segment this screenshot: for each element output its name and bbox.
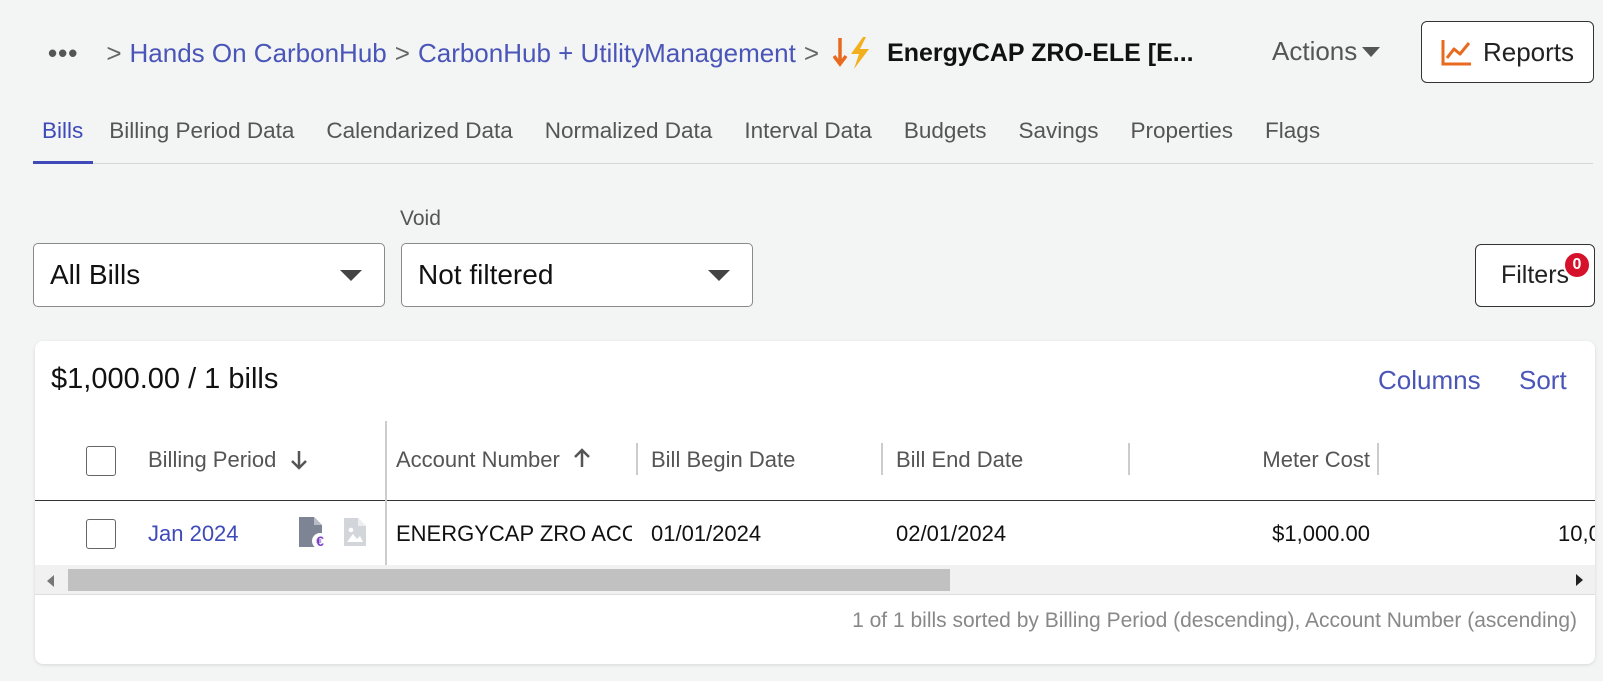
- chevron-right-icon: >: [803, 37, 820, 68]
- tab-interval-data[interactable]: Interval Data: [728, 108, 888, 164]
- table-header: Billing Period Account Number Bill Begin…: [35, 421, 1595, 501]
- scrollbar-thumb[interactable]: [68, 569, 950, 591]
- select-all-checkbox[interactable]: [86, 446, 116, 476]
- bills-summary: $1,000.00 / 1 bills: [51, 363, 279, 395]
- horizontal-scrollbar[interactable]: [35, 565, 1595, 595]
- tab-properties[interactable]: Properties: [1115, 108, 1250, 164]
- void-filter-value: Not filtered: [418, 259, 554, 290]
- bills-type-value: All Bills: [50, 259, 141, 290]
- col-billing-period-label: Billing Period: [148, 447, 277, 472]
- arrow-down-icon: [290, 451, 307, 470]
- caret-down-icon: [1362, 46, 1381, 57]
- svg-text:€: €: [316, 533, 324, 549]
- breadcrumb-link-hands-on-carbonhub[interactable]: Hands On CarbonHub: [130, 38, 387, 69]
- tab-budgets[interactable]: Budgets: [888, 108, 1003, 164]
- column-resize-handle[interactable]: [881, 443, 883, 475]
- next-column-cell: 10,0: [1558, 521, 1595, 546]
- bill-document-icon[interactable]: €: [295, 515, 331, 557]
- scroll-left-arrow-icon[interactable]: [47, 575, 54, 587]
- current-meter-title: EnergyCAP ZRO-ELE [E...: [887, 38, 1194, 67]
- tab-calendarized-data[interactable]: Calendarized Data: [310, 108, 528, 164]
- tab-flags[interactable]: Flags: [1249, 108, 1336, 164]
- bills-table-card: $1,000.00 / 1 bills Columns Sort Billing…: [35, 341, 1595, 664]
- actions-menu[interactable]: Actions: [1272, 36, 1381, 67]
- columns-link[interactable]: Columns: [1378, 365, 1481, 396]
- frozen-column-divider: [385, 500, 387, 565]
- reports-button[interactable]: Reports: [1421, 21, 1594, 83]
- col-billing-period-header[interactable]: Billing Period: [148, 447, 309, 473]
- electric-meter-icon: [833, 36, 873, 70]
- filters-label: Filters: [1500, 261, 1570, 289]
- caret-down-icon: [340, 270, 362, 281]
- row-select-checkbox[interactable]: [86, 519, 116, 549]
- void-filter-select[interactable]: Not filtered: [401, 243, 753, 307]
- sort-link[interactable]: Sort: [1519, 365, 1567, 396]
- caret-down-icon: [708, 270, 730, 281]
- tab-bills[interactable]: Bills: [33, 108, 94, 164]
- frozen-column-divider: [385, 421, 387, 501]
- bill-begin-date-cell: 01/01/2024: [651, 521, 762, 546]
- actions-label: Actions: [1272, 36, 1358, 66]
- col-bill-begin-date-header[interactable]: Bill Begin Date: [651, 447, 795, 473]
- tab-savings[interactable]: Savings: [1002, 108, 1114, 164]
- col-account-number-label: Account Number: [396, 447, 560, 472]
- column-resize-handle[interactable]: [1377, 443, 1379, 475]
- reports-label: Reports: [1482, 36, 1575, 67]
- line-chart-icon: [1441, 40, 1471, 66]
- col-account-number-header[interactable]: Account Number: [396, 447, 592, 473]
- more-crumbs-button[interactable]: •••: [48, 38, 78, 69]
- breadcrumb-link-carbonhub-utility[interactable]: CarbonHub + UtilityManagement: [418, 38, 796, 69]
- col-meter-cost-header[interactable]: Meter Cost: [1262, 447, 1370, 473]
- account-number-cell: ENERGYCAP ZRO ACCT: [396, 521, 632, 546]
- tab-billing-period-data[interactable]: Billing Period Data: [93, 108, 310, 164]
- table-footer-status: 1 of 1 bills sorted by Billing Period (d…: [852, 609, 1577, 632]
- table-row[interactable]: Jan 2024 € ENERGYCAP ZRO ACCT 01/01/2024…: [35, 500, 1595, 565]
- bill-end-date-cell: 02/01/2024: [896, 521, 1007, 546]
- meter-cost-cell: $1,000.00: [1272, 521, 1370, 546]
- filters-count-badge: 0: [1563, 251, 1591, 279]
- arrow-up-icon: [574, 448, 590, 467]
- column-resize-handle[interactable]: [1128, 443, 1130, 475]
- chevron-right-icon: >: [394, 37, 410, 68]
- col-bill-end-date-header[interactable]: Bill End Date: [896, 447, 1023, 473]
- scroll-right-arrow-icon[interactable]: [1576, 574, 1583, 586]
- chevron-right-icon: >: [106, 37, 122, 68]
- bills-type-select[interactable]: All Bills: [33, 243, 385, 307]
- bill-image-icon[interactable]: [342, 516, 368, 554]
- breadcrumb: ••• > Hands On CarbonHub > CarbonHub + U…: [48, 30, 1194, 76]
- billing-period-link[interactable]: Jan 2024: [148, 521, 239, 547]
- void-filter-label: Void: [400, 207, 441, 230]
- column-resize-handle[interactable]: [636, 443, 638, 475]
- tab-bar: Bills Billing Period Data Calendarized D…: [33, 108, 1593, 164]
- tab-normalized-data[interactable]: Normalized Data: [529, 108, 729, 164]
